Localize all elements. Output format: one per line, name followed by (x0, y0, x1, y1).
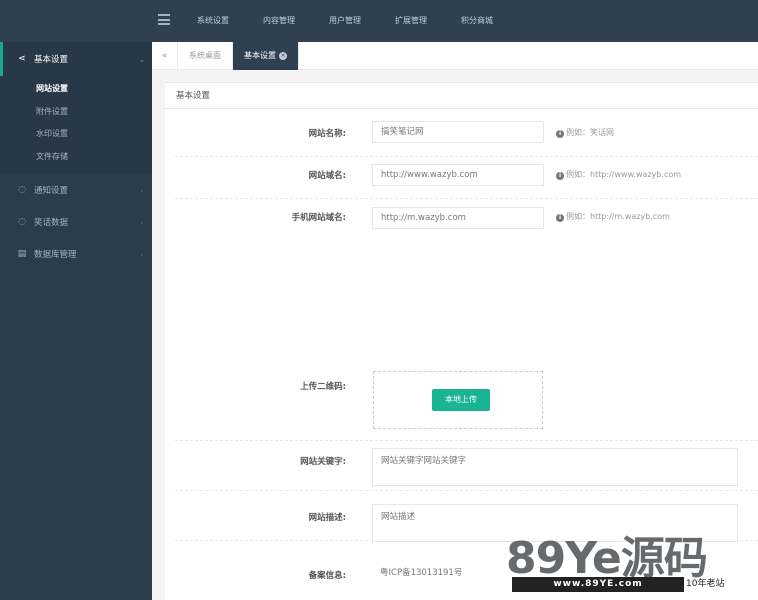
tab-system-desktop[interactable]: 系统桌面 (178, 42, 233, 70)
sidebar-item-notification-settings[interactable]: ◌ 通知设置 ‹ (0, 174, 152, 206)
form-row-site-domain: 网站域名: http://www.wazyb.com i 例如：http://ww… (175, 157, 758, 199)
chevron-left-icon: ‹ (140, 249, 144, 259)
site-watermark: 89Ye源码 www.89YE.com 10年老站 (504, 522, 758, 600)
watermark-url: www.89YE.com (512, 577, 684, 592)
site-name-hint: i 例如：笑话网 (556, 127, 614, 138)
sidebar-item-label: 基本设置 (34, 55, 69, 65)
menu-toggle-icon[interactable] (158, 14, 170, 25)
site-domain-hint: i 例如：http://www.wazyb.com (556, 169, 681, 180)
mobile-domain-hint: i 例如：http://m.wazyb.com (556, 211, 670, 222)
sidebar-group-basic-settings: ⋖ 基本设置 ⌄ 网站设置 附件设置 水印设置 文件存储 (0, 42, 152, 174)
sidebar-subitem-site-settings[interactable]: 网站设置 (0, 78, 152, 101)
sidebar-item-basic-settings[interactable]: ⋖ 基本设置 ⌄ (0, 42, 152, 76)
info-icon: i (556, 172, 564, 180)
tab-label: 基本设置 (244, 51, 276, 60)
sidebar-item-database[interactable]: ▤ 数据库管理 ‹ (0, 238, 152, 270)
site-name-hint-text: 例如：笑话网 (566, 128, 614, 137)
page-tabs: « 系统桌面 基本设置 × (152, 42, 758, 70)
sidebar-item-label: 通知设置 (34, 186, 69, 196)
sidebar-item-label: 笑话数据 (34, 218, 69, 228)
topnav-item-points-mall[interactable]: 积分商城 (444, 0, 510, 42)
topnav-item-extensions[interactable]: 扩展管理 (378, 0, 444, 42)
keywords-textarea[interactable]: 网站关键字网站关键字 (372, 448, 738, 486)
sidebar-subitem-attachment-settings[interactable]: 附件设置 (0, 101, 152, 124)
sidebar-subitem-file-storage[interactable]: 文件存储 (0, 146, 152, 169)
site-domain-label: 网站域名: (308, 171, 346, 181)
icp-label: 备案信息: (308, 571, 346, 581)
topnav-item-content[interactable]: 内容管理 (246, 0, 312, 42)
topnav-item-system-settings[interactable]: 系统设置 (180, 0, 246, 42)
database-icon: ▤ (17, 249, 27, 259)
form-row-keywords: 网站关键字: 网站关键字网站关键字 (175, 441, 758, 491)
watermark-tag: 10年老站 (686, 579, 725, 589)
form-row-mobile-domain: 手机网站域名: http://m.wazyb.com i 例如：http://m.… (175, 199, 758, 371)
chevron-left-icon: ‹ (140, 217, 144, 227)
local-upload-button[interactable]: 本地上传 (432, 389, 490, 411)
chevron-left-icon: ‹ (140, 185, 144, 195)
qrcode-label: 上传二维码: (300, 382, 346, 392)
panel-title: 基本设置 (165, 83, 758, 109)
site-name-input[interactable]: 搞笑笔记网 (372, 121, 544, 143)
site-domain-input[interactable]: http://www.wazyb.com (372, 164, 544, 186)
mobile-domain-hint-text: 例如：http://m.wazyb.com (566, 212, 670, 221)
top-navbar: 系统设置 内容管理 用户管理 扩展管理 积分商城 (0, 0, 758, 42)
info-icon: i (556, 130, 564, 138)
top-nav-menu: 系统设置 内容管理 用户管理 扩展管理 积分商城 (180, 0, 510, 42)
tab-basic-settings[interactable]: 基本设置 × (233, 42, 299, 70)
form-row-qrcode: 上传二维码: 本地上传 (175, 371, 758, 441)
chevron-down-icon: ⌄ (138, 54, 146, 64)
sidebar: ⋖ 基本设置 ⌄ 网站设置 附件设置 水印设置 文件存储 ◌ 通知设置 ‹ ◌ … (0, 42, 152, 600)
qrcode-upload-area[interactable]: 本地上传 (373, 371, 543, 429)
description-label: 网站描述: (308, 513, 346, 523)
info-icon: i (556, 214, 564, 222)
double-chevron-left-icon[interactable]: « (152, 42, 178, 70)
site-domain-hint-text: 例如：http://www.wazyb.com (566, 170, 682, 179)
chat-icon: ◌ (18, 185, 26, 195)
form-row-site-name: 网站名称: 搞笑笔记网 i 例如：笑话网 (175, 115, 758, 157)
site-name-label: 网站名称: (308, 129, 346, 139)
sidebar-item-label: 数据库管理 (34, 250, 77, 260)
topnav-item-users[interactable]: 用户管理 (312, 0, 378, 42)
sidebar-item-joke-data[interactable]: ◌ 笑话数据 ‹ (0, 206, 152, 238)
mobile-domain-input[interactable]: http://m.wazyb.com (372, 207, 544, 229)
close-icon[interactable]: × (279, 51, 287, 60)
keywords-label: 网站关键字: (300, 457, 346, 467)
sidebar-subitem-watermark-settings[interactable]: 水印设置 (0, 123, 152, 146)
sidebar-submenu: 网站设置 附件设置 水印设置 文件存储 (0, 76, 152, 174)
share-icon: ⋖ (18, 54, 26, 64)
mobile-domain-label: 手机网站域名: (291, 213, 346, 223)
comment-icon: ◌ (18, 217, 26, 227)
